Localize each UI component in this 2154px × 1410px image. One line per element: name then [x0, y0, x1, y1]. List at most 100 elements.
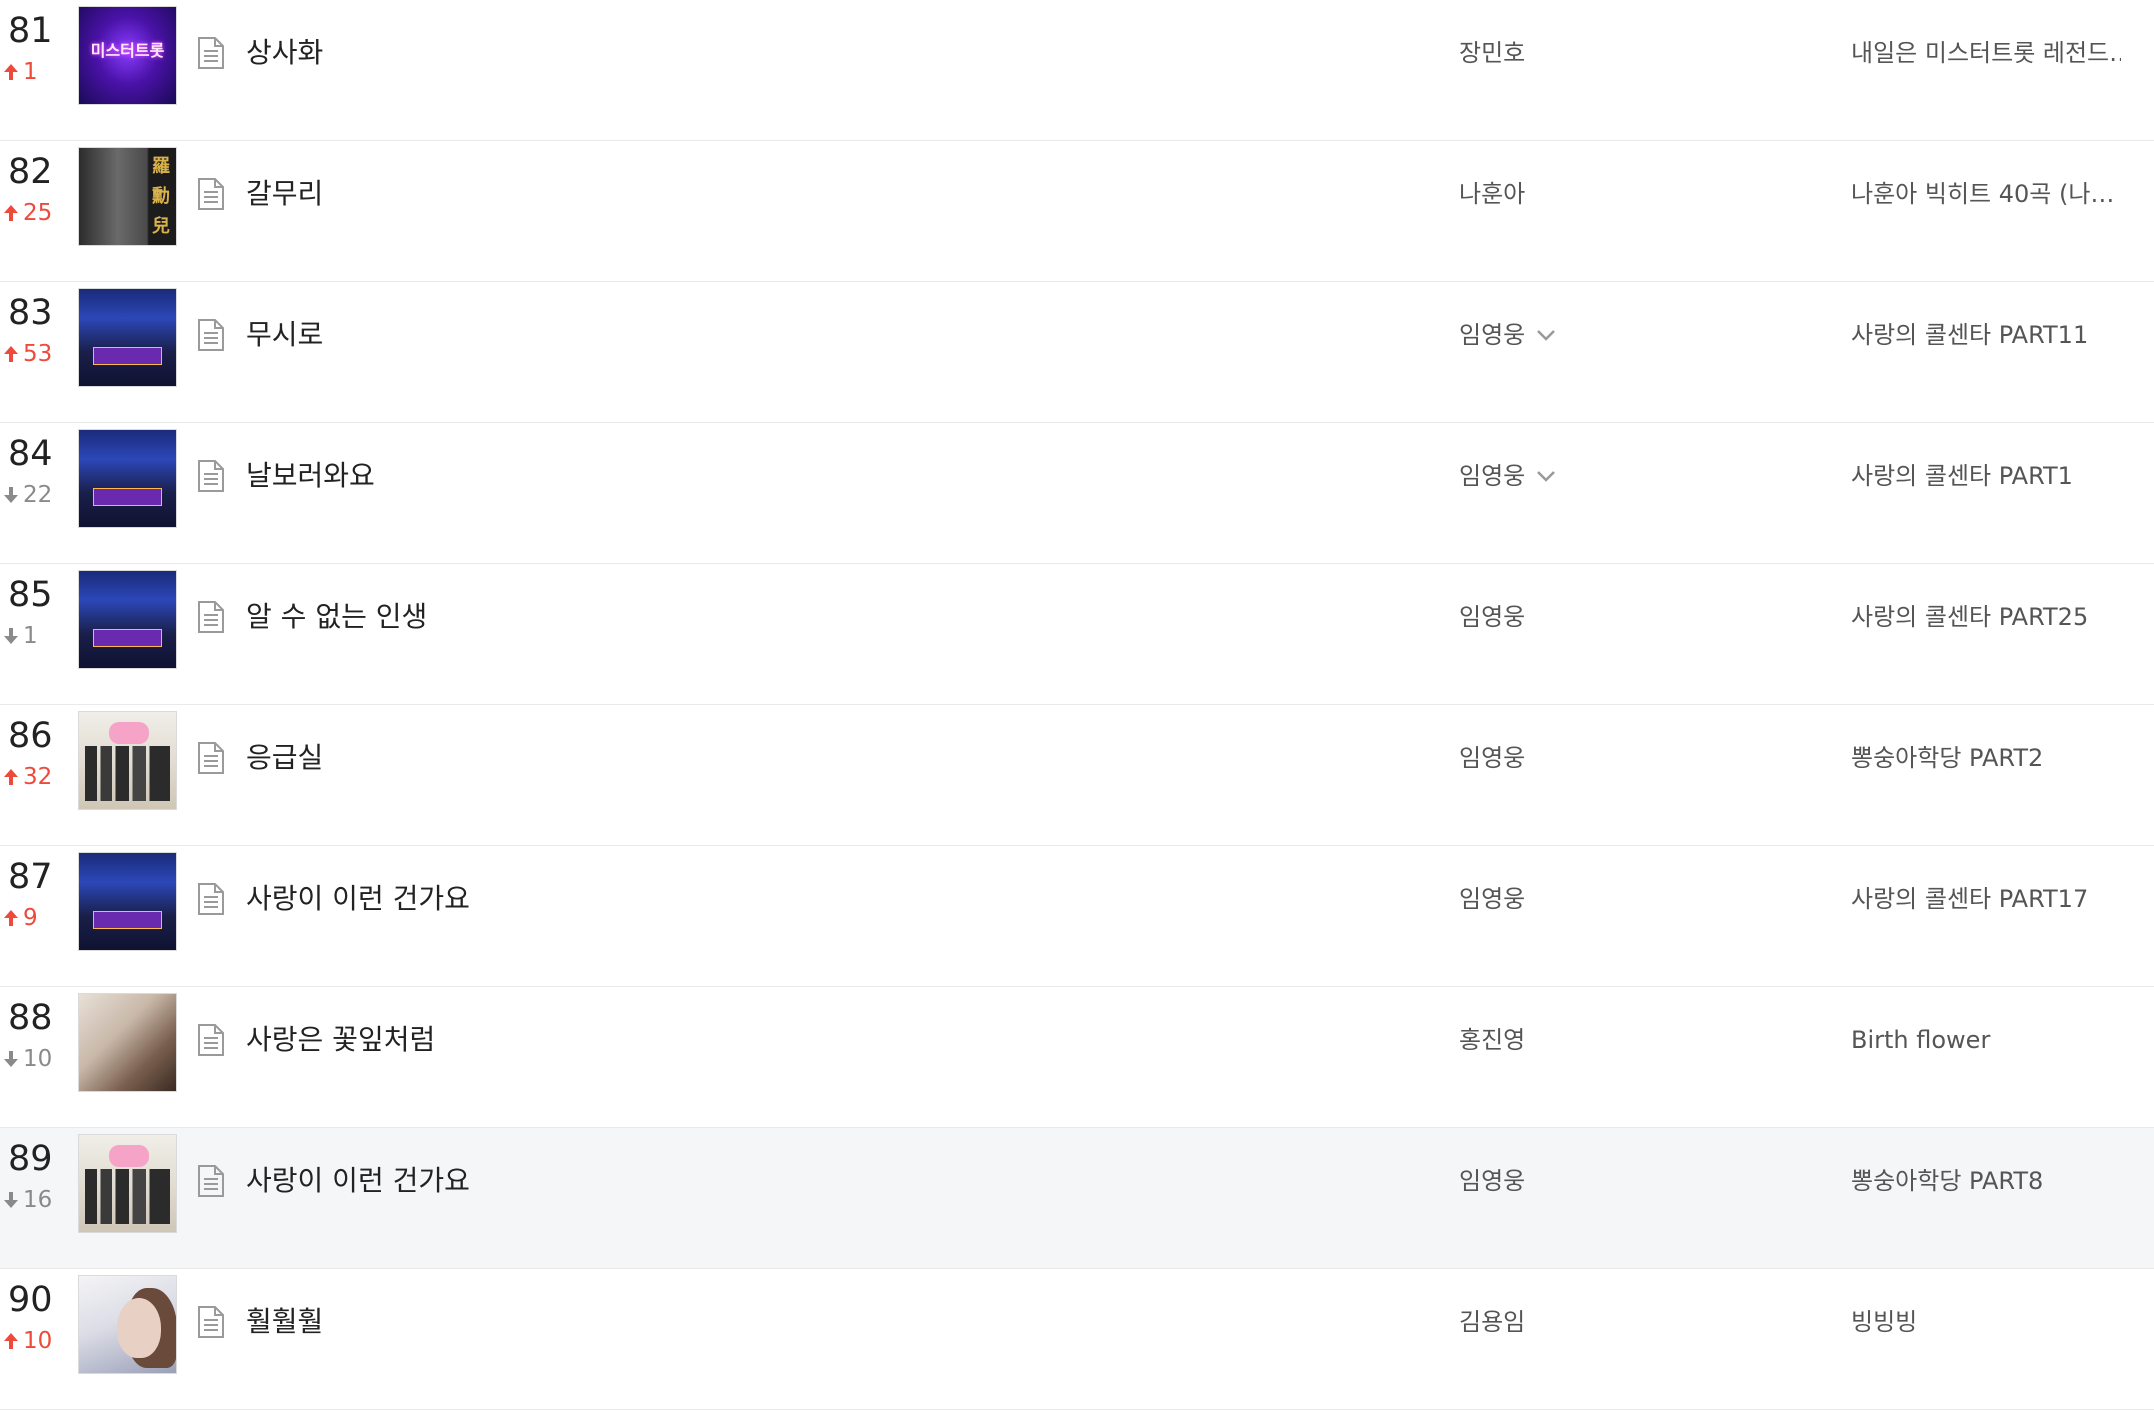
chart-row[interactable]: 81 1 미스터트롯 상사화 장민호 내일은 미스터트롯 레전드… — [0, 0, 2154, 141]
rank-number: 85 — [8, 575, 53, 615]
album-art[interactable] — [78, 288, 177, 387]
album-art-logo — [109, 722, 149, 744]
lyrics-icon[interactable] — [197, 1164, 225, 1198]
album-title[interactable]: 내일은 미스터트롯 레전드… — [1851, 36, 2121, 70]
song-title[interactable]: 사랑이 이런 건가요 — [246, 882, 470, 916]
rank-change-value: 25 — [23, 200, 53, 226]
chevron-down-icon[interactable] — [1535, 459, 1557, 493]
rank-change: 22 — [2, 481, 52, 509]
artist-name[interactable]: 장민호 — [1459, 36, 1525, 70]
rank-change-value: 32 — [23, 764, 53, 790]
artist-name-text[interactable]: 홍진영 — [1459, 1023, 1525, 1057]
artist-name[interactable]: 임영웅 — [1459, 1164, 1525, 1198]
album-art[interactable] — [78, 852, 177, 951]
rank-change-value: 1 — [23, 59, 38, 85]
album-title[interactable]: 사랑의 콜센타 PART11 — [1851, 318, 2121, 352]
album-art[interactable]: 羅勳兒 — [78, 147, 177, 246]
rank-number: 86 — [8, 716, 53, 756]
artist-name-text[interactable]: 임영웅 — [1459, 882, 1525, 916]
album-title[interactable]: 사랑의 콜센타 PART17 — [1851, 882, 2121, 916]
artist-name-text[interactable]: 임영웅 — [1459, 1164, 1525, 1198]
album-art[interactable]: 미스터트롯 — [78, 6, 177, 105]
rank-change: 10 — [2, 1327, 52, 1355]
artist-name-text[interactable]: 나훈아 — [1459, 177, 1525, 211]
album-art-banner — [93, 629, 162, 647]
lyrics-icon[interactable] — [197, 741, 225, 775]
chart-row[interactable]: 84 22 날보러와요 임영웅 사랑의 콜센타 PART1 — [0, 423, 2154, 564]
song-title[interactable]: 무시로 — [246, 318, 323, 352]
lyrics-icon[interactable] — [197, 1305, 225, 1339]
artist-name[interactable]: 나훈아 — [1459, 177, 1525, 211]
rank-change: 1 — [2, 622, 38, 650]
song-title[interactable]: 갈무리 — [246, 177, 323, 211]
chart-row[interactable]: 85 1 알 수 없는 인생 임영웅 사랑의 콜센타 PART25 — [0, 564, 2154, 705]
song-title[interactable]: 날보러와요 — [246, 459, 375, 493]
album-art[interactable] — [78, 1275, 177, 1374]
rank-change: 25 — [2, 199, 52, 227]
artist-name-text[interactable]: 임영웅 — [1459, 318, 1525, 352]
album-art[interactable] — [78, 711, 177, 810]
chart-row[interactable]: 82 25 羅勳兒 갈무리 나훈아 나훈아 빅히트 40곡 (나… — [0, 141, 2154, 282]
arrow-down-icon — [2, 485, 20, 505]
rank-number: 83 — [8, 293, 53, 333]
lyrics-icon[interactable] — [197, 177, 225, 211]
chart-row[interactable]: 83 53 무시로 임영웅 사랑의 콜센타 PART11 — [0, 282, 2154, 423]
album-art[interactable] — [78, 993, 177, 1092]
album-art[interactable] — [78, 1134, 177, 1233]
artist-name[interactable]: 임영웅 — [1459, 459, 1557, 493]
rank-number: 89 — [8, 1139, 53, 1179]
rank-change: 16 — [2, 1186, 52, 1214]
album-title[interactable]: 사랑의 콜센타 PART25 — [1851, 600, 2121, 634]
artist-name-text[interactable]: 김용임 — [1459, 1305, 1525, 1339]
artist-name-text[interactable]: 임영웅 — [1459, 600, 1525, 634]
album-title[interactable]: 사랑의 콜센타 PART1 — [1851, 459, 2121, 493]
artist-name[interactable]: 임영웅 — [1459, 318, 1557, 352]
album-art[interactable] — [78, 429, 177, 528]
album-title[interactable]: 나훈아 빅히트 40곡 (나… — [1851, 177, 2121, 211]
arrow-up-icon — [2, 908, 20, 928]
album-art-people — [85, 746, 170, 801]
rank-change: 10 — [2, 1045, 52, 1073]
rank-change: 32 — [2, 763, 52, 791]
artist-name[interactable]: 임영웅 — [1459, 882, 1525, 916]
lyrics-icon[interactable] — [197, 600, 225, 634]
song-title[interactable]: 상사화 — [246, 36, 323, 70]
rank-change-value: 9 — [23, 905, 38, 931]
album-art[interactable] — [78, 570, 177, 669]
artist-name-text[interactable]: 임영웅 — [1459, 741, 1525, 775]
album-title[interactable]: Birth flower — [1851, 1023, 2121, 1057]
rank-change: 9 — [2, 904, 38, 932]
artist-name-text[interactable]: 임영웅 — [1459, 459, 1525, 493]
album-art-caption: 羅勳兒 — [152, 156, 170, 237]
song-title[interactable]: 사랑은 꽃잎처럼 — [246, 1023, 435, 1057]
chart-row[interactable]: 87 9 사랑이 이런 건가요 임영웅 사랑의 콜센타 PART17 — [0, 846, 2154, 987]
chevron-down-icon[interactable] — [1535, 318, 1557, 352]
album-title[interactable]: 뽕숭아학당 PART2 — [1851, 741, 2121, 775]
song-title[interactable]: 알 수 없는 인생 — [246, 600, 427, 634]
artist-name-text[interactable]: 장민호 — [1459, 36, 1525, 70]
lyrics-icon[interactable] — [197, 882, 225, 916]
chart-row[interactable]: 90 10 훨훨훨 김용임 빙빙빙 — [0, 1269, 2154, 1410]
lyrics-icon[interactable] — [197, 36, 225, 70]
song-title[interactable]: 훨훨훨 — [246, 1305, 323, 1339]
artist-name[interactable]: 임영웅 — [1459, 600, 1525, 634]
chart-row[interactable]: 86 32 응급실 임영웅 뽕숭아학당 PART2 — [0, 705, 2154, 846]
arrow-up-icon — [2, 62, 20, 82]
lyrics-icon[interactable] — [197, 1023, 225, 1057]
chart-row[interactable]: 89 16 사랑이 이런 건가요 임영웅 뽕숭아학당 PART8 — [0, 1128, 2154, 1269]
lyrics-icon[interactable] — [197, 318, 225, 352]
album-art-face — [117, 1298, 161, 1358]
chart-row[interactable]: 88 10 사랑은 꽃잎처럼 홍진영 Birth flower — [0, 987, 2154, 1128]
song-title[interactable]: 응급실 — [246, 741, 323, 775]
album-title[interactable]: 뽕숭아학당 PART8 — [1851, 1164, 2121, 1198]
rank-change: 1 — [2, 58, 38, 86]
artist-name[interactable]: 김용임 — [1459, 1305, 1525, 1339]
song-title[interactable]: 사랑이 이런 건가요 — [246, 1164, 470, 1198]
album-art-logo — [109, 1145, 149, 1167]
lyrics-icon[interactable] — [197, 459, 225, 493]
artist-name[interactable]: 홍진영 — [1459, 1023, 1525, 1057]
album-art-banner — [93, 347, 162, 365]
rank-change-value: 10 — [23, 1046, 53, 1072]
album-title[interactable]: 빙빙빙 — [1851, 1305, 2121, 1339]
artist-name[interactable]: 임영웅 — [1459, 741, 1525, 775]
